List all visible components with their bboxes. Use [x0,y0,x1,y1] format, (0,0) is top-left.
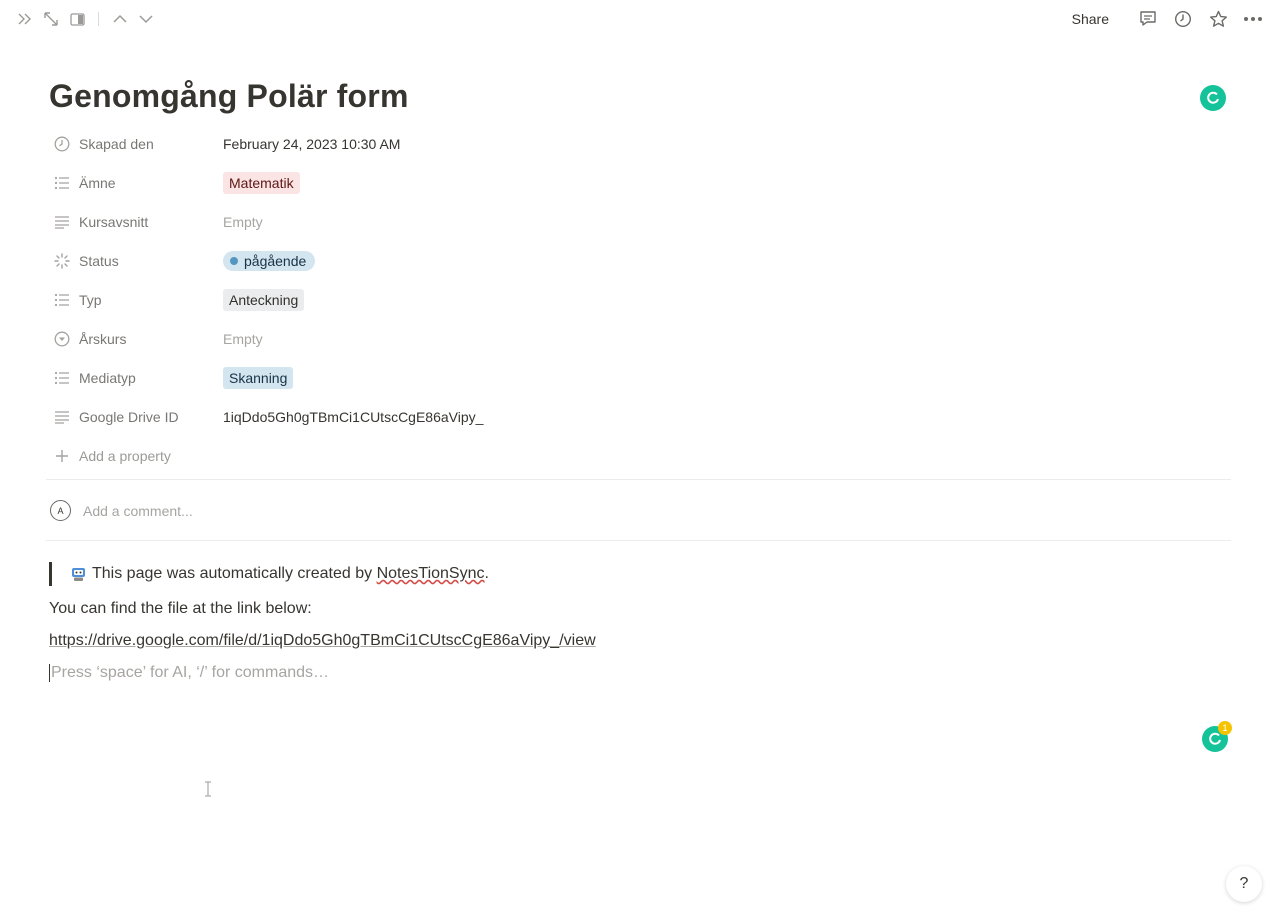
notestionsync-link[interactable]: NotesTionSync [377,565,485,583]
property-label: Google Drive ID [79,408,179,425]
property-row-arskurs[interactable]: Årskurs Empty [49,319,1229,358]
comment-row[interactable]: A Add a comment... [50,500,193,521]
quote-suffix: . [484,565,489,582]
side-peek-icon[interactable] [66,9,88,29]
property-label: Mediatyp [79,369,136,386]
property-row-typ[interactable]: Typ Anteckning [49,280,1229,319]
property-label: Typ [79,291,102,308]
grammarly-icon[interactable] [1200,85,1226,111]
avatar: A [50,500,71,521]
drive-file-link[interactable]: https://drive.google.com/file/d/1iqDdo5G… [49,632,596,650]
page-title[interactable]: Genomgång Polär form [49,78,409,115]
property-label: Kursavsnitt [79,213,149,230]
comment-icon[interactable] [1136,7,1160,31]
property-name: Kursavsnitt [49,212,223,232]
tag-anteckning[interactable]: Anteckning [223,288,305,311]
list-icon [52,290,72,310]
paragraph-text[interactable]: You can find the file at the link below: [49,600,312,618]
chevron-up-icon[interactable] [109,9,131,29]
property-row-mediatyp[interactable]: Mediatyp Skanning [49,358,1229,397]
property-value-empty[interactable]: Empty [223,331,263,347]
editor-placeholder[interactable]: Press ‘space’ for AI, ‘/’ for commands… [49,664,329,682]
top-bar: Share [0,0,1279,38]
more-options-icon[interactable] [1241,7,1265,31]
property-label: Ämne [79,174,116,191]
history-clock-icon[interactable] [1171,7,1195,31]
property-label: Skapad den [79,135,154,152]
status-badge[interactable]: pågående [223,250,316,271]
property-value[interactable]: 1iqDdo5Gh0gTBmCi1CUtscCgE86aVipy_ [223,409,483,425]
property-value[interactable]: February 24, 2023 10:30 AM [223,136,400,152]
property-name: Typ [49,290,223,310]
grammarly-button[interactable]: 1 [1202,721,1232,752]
chevron-down-icon[interactable] [135,9,157,29]
robot-icon [70,566,87,582]
star-icon[interactable] [1206,7,1230,31]
add-property: Add a property [49,446,223,466]
share-button[interactable]: Share [1072,11,1109,27]
property-row-skapad-den[interactable]: Skapad den February 24, 2023 10:30 AM [49,124,1229,163]
quote-block[interactable]: This page was automatically created by N… [49,562,489,586]
list-icon [52,368,72,388]
property-name: Skapad den [49,134,223,154]
status-label: pågående [244,252,307,269]
help-button[interactable]: ? [1226,866,1262,902]
top-bar-left [14,9,161,29]
property-name: Årskurs [49,329,223,349]
status-dot [230,256,238,265]
tag-matematik[interactable]: Matematik [223,171,300,194]
property-label: Årskurs [79,330,127,347]
property-row-kursavsnitt[interactable]: Kursavsnitt Empty [49,202,1229,241]
property-name: Status [49,251,223,271]
expand-icon[interactable] [40,9,62,29]
property-row-status[interactable]: Status pågående [49,241,1229,280]
top-bar-right: Share [1072,7,1265,31]
property-row-google-drive-id[interactable]: Google Drive ID 1iqDdo5Gh0gTBmCi1CUtscCg… [49,397,1229,436]
property-row-amne[interactable]: Ämne Matematik [49,163,1229,202]
add-property-button[interactable]: Add a property [49,436,1229,475]
properties-panel: Skapad den February 24, 2023 10:30 AM Äm… [49,124,1229,475]
double-chevron-right-icon[interactable] [14,9,36,29]
text-lines-icon [52,407,72,427]
text-lines-icon [52,212,72,232]
comment-input[interactable]: Add a comment... [83,503,193,519]
property-label: Status [79,252,119,269]
property-name: Ämne [49,173,223,193]
status-spinner-icon [52,251,72,271]
plus-icon [52,446,72,466]
list-icon [52,173,72,193]
divider [46,479,1231,480]
property-value-empty[interactable]: Empty [223,214,263,230]
select-icon [52,329,72,349]
tag-skanning[interactable]: Skanning [223,366,294,389]
grammarly-icon [1209,732,1221,745]
property-name: Mediatyp [49,368,223,388]
add-property-label: Add a property [79,447,171,464]
clock-icon [52,134,72,154]
toolbar-divider [98,12,99,26]
property-name: Google Drive ID [49,407,223,427]
notification-badge: 1 [1218,721,1232,735]
divider [46,540,1231,541]
text-cursor-icon [204,781,212,801]
quote-text: This page was automatically created by [92,565,377,582]
